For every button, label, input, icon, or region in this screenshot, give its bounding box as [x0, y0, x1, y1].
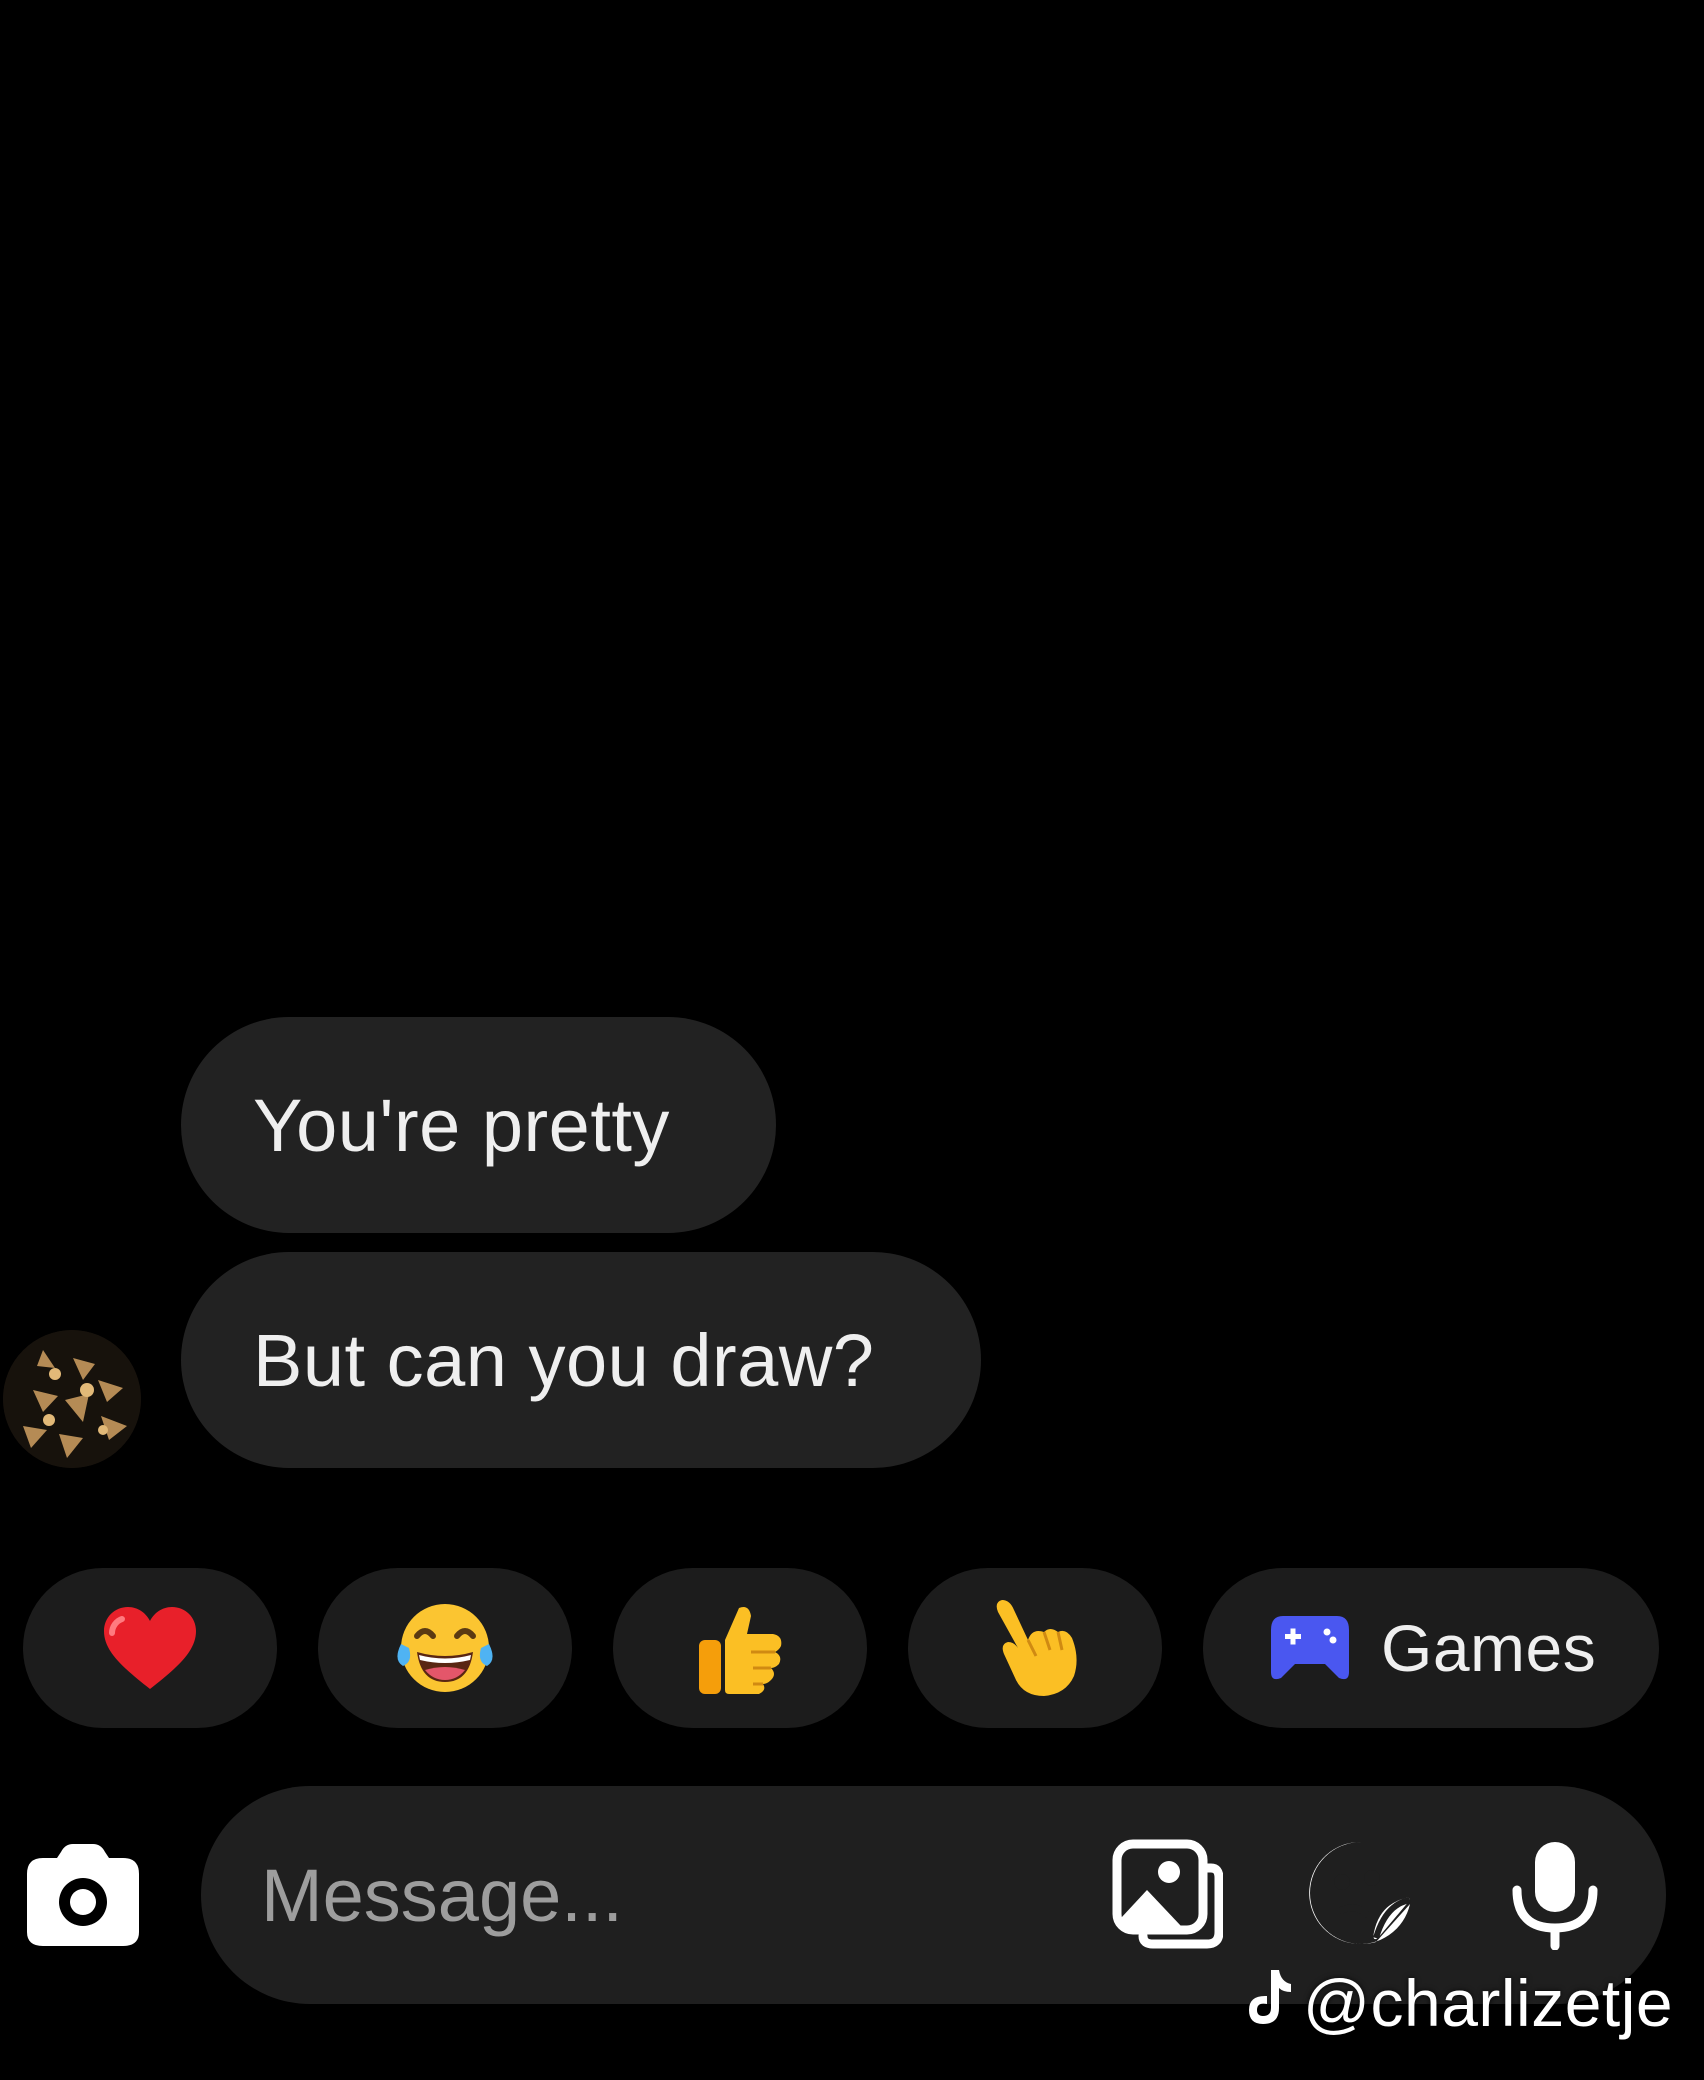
thumbs-up-reaction-button[interactable] [613, 1568, 867, 1728]
message-bubble[interactable]: But can you draw? [181, 1252, 981, 1468]
pointing-hand-icon [988, 1598, 1082, 1698]
message-text: You're pretty [253, 1083, 670, 1167]
message-input[interactable] [261, 1836, 1081, 1954]
game-controller-icon [1269, 1612, 1351, 1684]
watermark: @charlizetje [1245, 1958, 1673, 2048]
message-bubble[interactable]: You're pretty [181, 1017, 776, 1233]
laughing-reaction-button[interactable] [318, 1568, 572, 1728]
heart-reaction-button[interactable] [23, 1568, 277, 1728]
sticker-icon[interactable] [1306, 1838, 1416, 1953]
camera-button[interactable] [25, 1842, 141, 1948]
watermark-handle: @charlizetje [1303, 1966, 1674, 2040]
gallery-icon[interactable] [1111, 1838, 1224, 1955]
chat-screen: You're pretty But can you draw? Games Me… [0, 0, 1704, 2080]
games-label: Games [1381, 1611, 1597, 1685]
games-button[interactable]: Games [1203, 1568, 1659, 1728]
message-text: But can you draw? [253, 1318, 875, 1402]
tiktok-logo-icon [1245, 1965, 1293, 2041]
microphone-icon[interactable] [1509, 1838, 1601, 1955]
tears-of-joy-icon [395, 1600, 495, 1696]
red-heart-icon [102, 1605, 198, 1691]
pointing-reaction-button[interactable] [908, 1568, 1162, 1728]
camera-icon [27, 1844, 139, 1946]
avatar[interactable] [3, 1330, 141, 1468]
thumbs-up-icon [695, 1600, 785, 1696]
